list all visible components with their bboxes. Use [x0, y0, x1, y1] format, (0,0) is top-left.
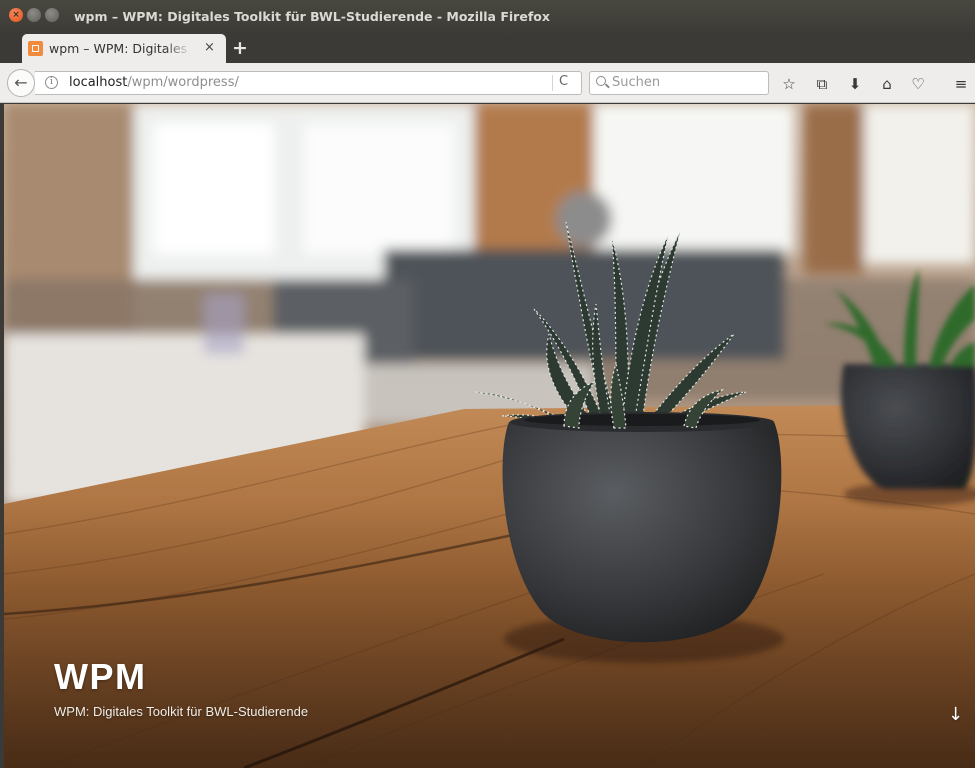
url-bar[interactable]: i localhost/wpm/wordpress/ C [35, 71, 582, 95]
url-text: localhost/wpm/wordpress/ [69, 75, 239, 90]
pocket-icon[interactable]: ♡ [907, 73, 929, 95]
browser-tab[interactable]: wpm – WPM: Digitales Toolkit für BWL-Stu… [22, 34, 226, 63]
window-maximize-button[interactable] [45, 8, 59, 22]
tab-title: wpm – WPM: Digitales Toolkit für BWL-Stu… [49, 41, 191, 56]
site-description: WPM: Digitales Toolkit für BWL-Studieren… [54, 704, 309, 719]
clipboard-icon[interactable]: ⧉ [811, 73, 833, 95]
search-placeholder: Suchen [612, 75, 661, 90]
close-icon: × [12, 10, 20, 20]
search-icon [596, 76, 606, 86]
header-image [4, 104, 975, 768]
url-separator [552, 75, 553, 91]
site-info-icon[interactable]: i [45, 76, 58, 89]
url-path: /wpm/wordpress/ [127, 75, 239, 90]
favicon-icon [28, 41, 43, 56]
url-host: localhost [69, 75, 128, 90]
home-icon[interactable]: ⌂ [876, 73, 898, 95]
page-content: WPM WPM: Digitales Toolkit für BWL-Studi… [4, 104, 975, 768]
window-title: wpm – WPM: Digitales Toolkit für BWL-Stu… [74, 9, 550, 24]
search-input[interactable]: Suchen [589, 71, 769, 95]
reload-icon[interactable]: C [559, 74, 568, 89]
window-minimize-button[interactable] [27, 8, 41, 22]
new-tab-button[interactable]: + [232, 37, 248, 59]
site-title[interactable]: WPM [54, 656, 146, 698]
scroll-down-arrow-icon[interactable]: ↓ [948, 704, 963, 725]
star-icon[interactable]: ☆ [778, 73, 800, 95]
window-titlebar: × wpm – WPM: Digitales Toolkit für BWL-S… [0, 0, 975, 34]
tab-close-icon[interactable]: × [204, 40, 215, 55]
download-icon[interactable]: ⬇ [844, 73, 866, 95]
navigation-toolbar: ← i localhost/wpm/wordpress/ C Suchen ☆ … [0, 63, 975, 103]
window-close-button[interactable]: × [9, 8, 23, 22]
back-button[interactable]: ← [7, 69, 35, 97]
menu-icon[interactable]: ≡ [950, 73, 972, 95]
